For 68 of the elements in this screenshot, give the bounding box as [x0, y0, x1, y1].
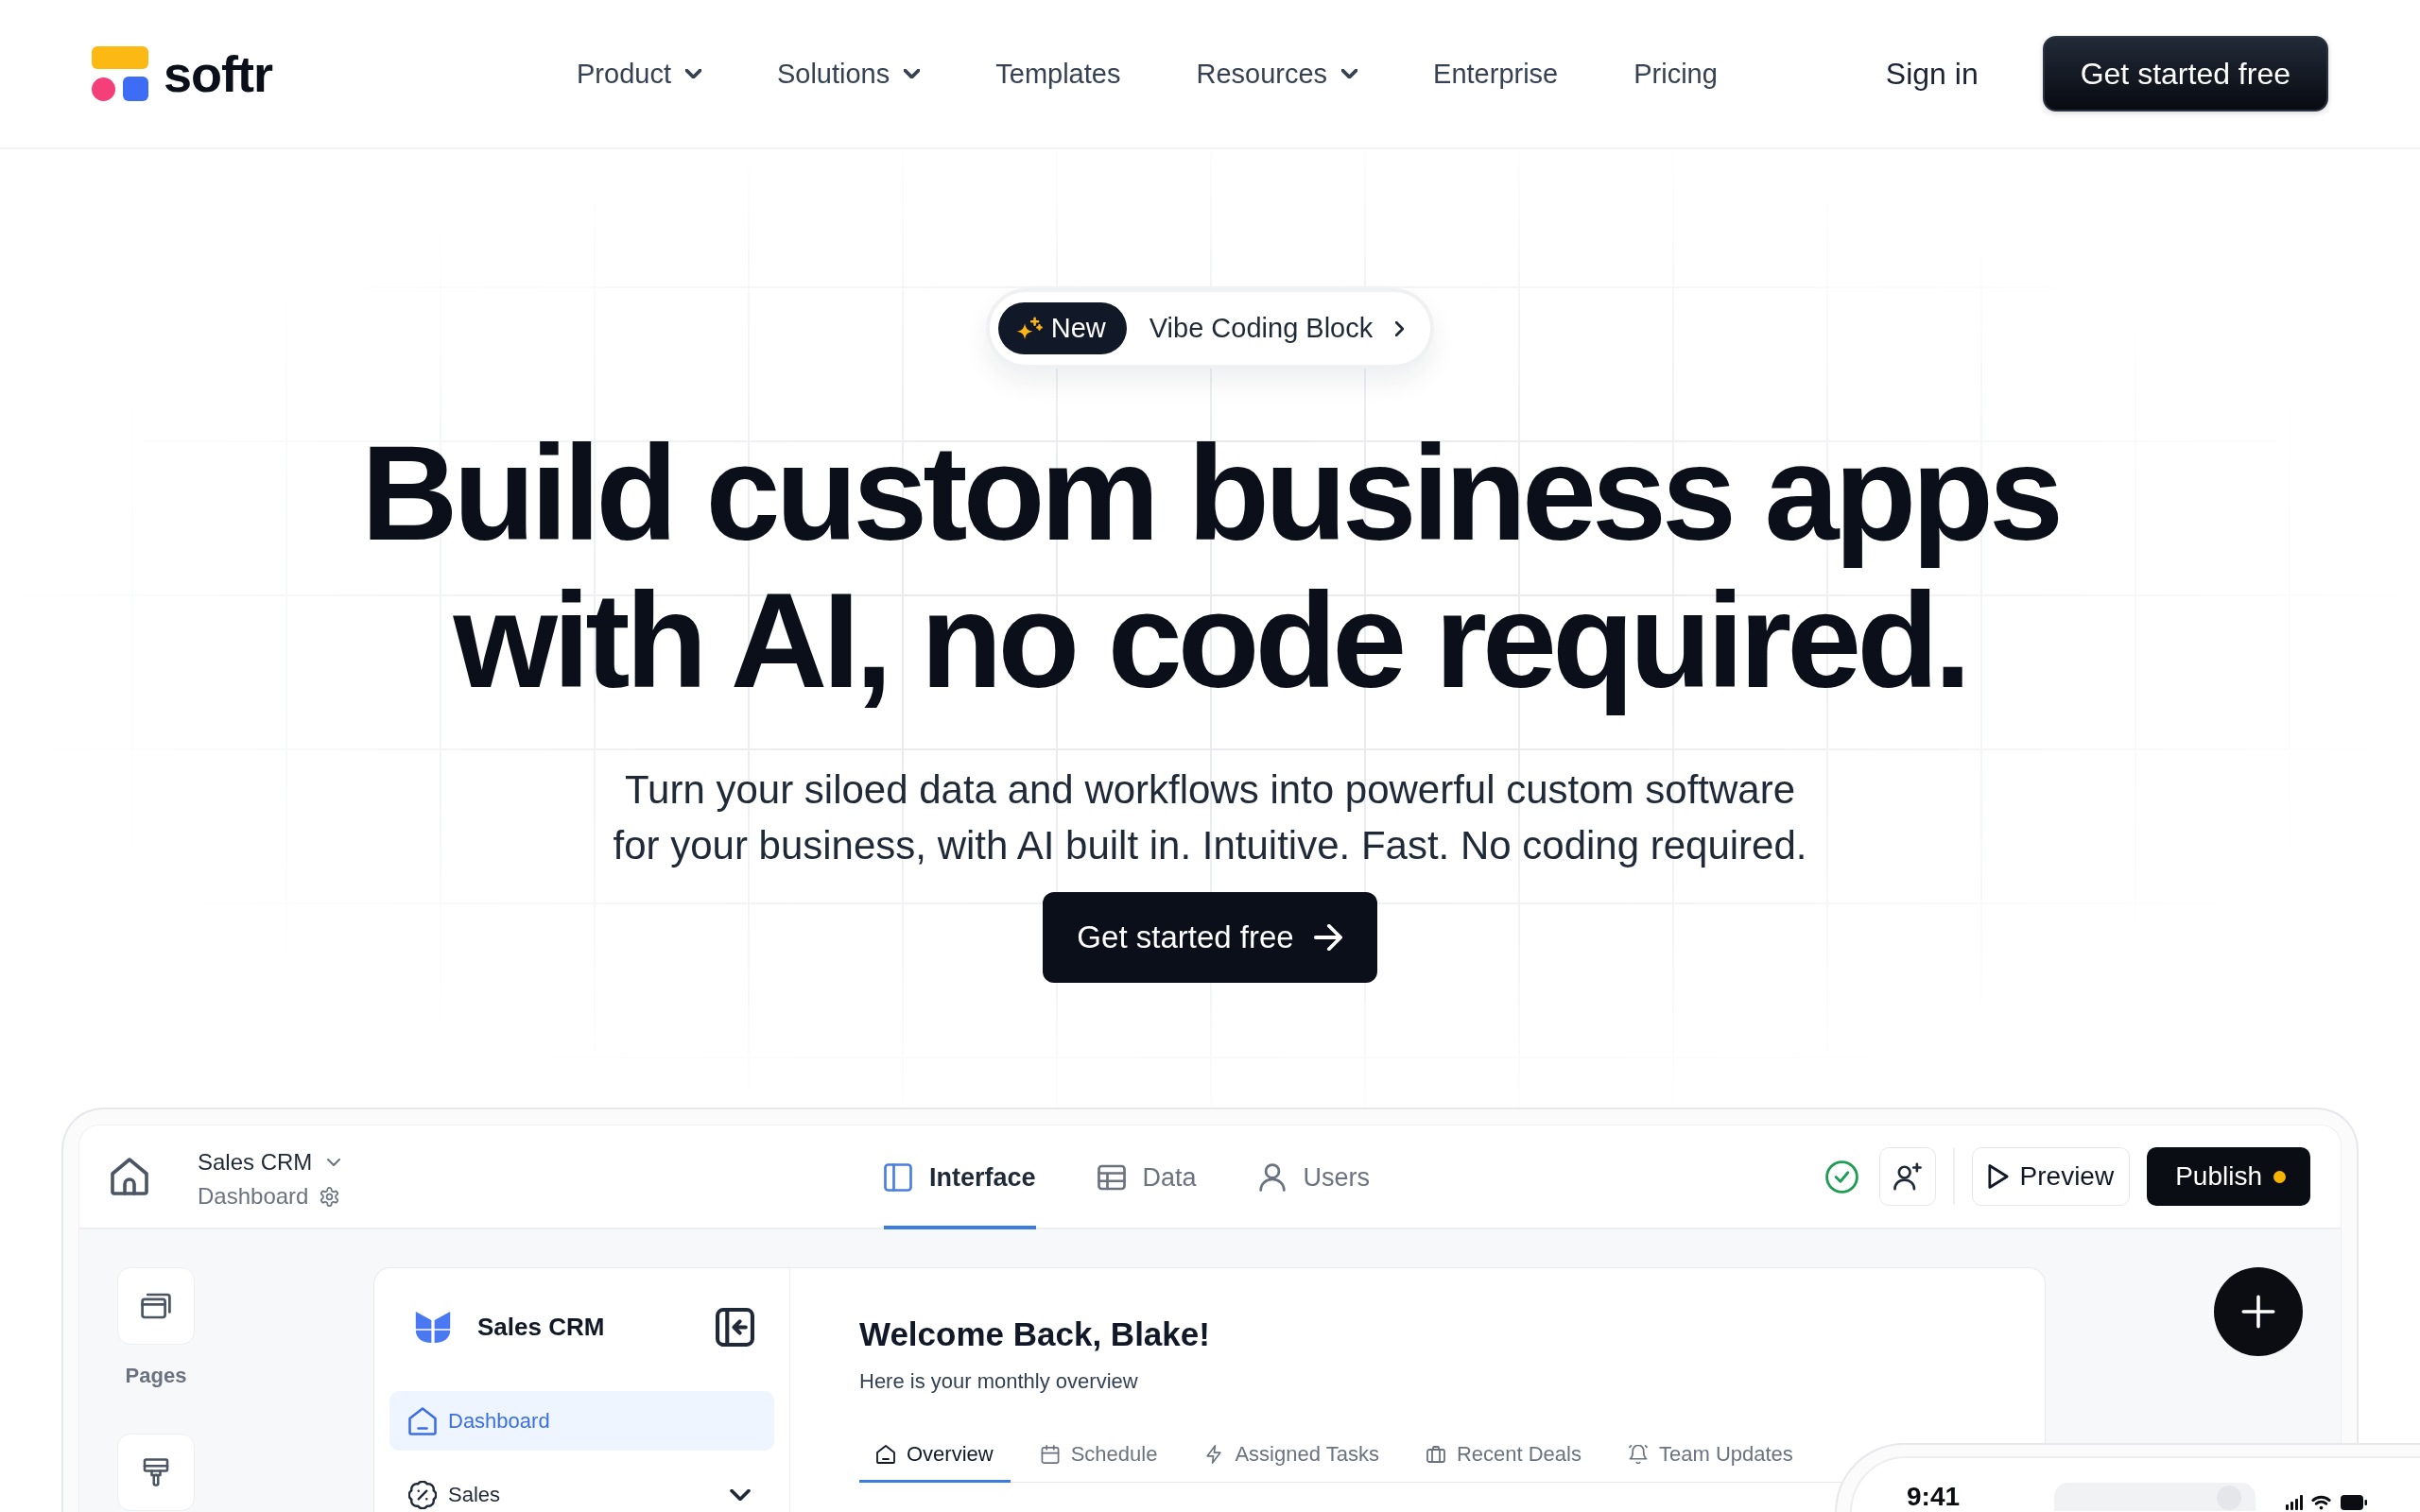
preview-button[interactable]: Preview	[1971, 1147, 2131, 1206]
sidebar-item[interactable]: Sales	[389, 1465, 774, 1512]
play-icon	[1987, 1164, 2009, 1189]
publish-button[interactable]: Publish	[2147, 1147, 2310, 1206]
design-button[interactable]	[117, 1434, 195, 1511]
nav-link[interactable]: Resources	[1196, 57, 1358, 91]
section-tab[interactable]: Recent Deals	[1409, 1428, 1599, 1483]
add-user-button[interactable]	[1878, 1147, 1936, 1206]
logo-icon	[92, 46, 148, 101]
lightning-icon	[1204, 1444, 1224, 1464]
section-tab[interactable]: Overview	[859, 1428, 1011, 1483]
hero-heading: Build custom business apps with AI, no code required.	[359, 420, 2060, 714]
chevron-down-icon	[327, 1159, 341, 1166]
battery-icon	[2340, 1495, 2369, 1510]
logo-link[interactable]: softr	[92, 46, 272, 101]
status-time: 9:41	[1907, 1484, 1961, 1510]
builder-tab[interactable]: Interface	[884, 1125, 1036, 1229]
chevron-down-icon	[904, 69, 921, 78]
chevron-right-icon	[1395, 320, 1405, 336]
settings-icon[interactable]	[320, 1186, 340, 1207]
overview-subtitle: Here is your monthly overview	[859, 1368, 1138, 1395]
nav-link[interactable]: Enterprise	[1433, 57, 1559, 91]
sign-in-link[interactable]: Sign in	[1885, 56, 1979, 92]
arrow-right-icon	[1312, 924, 1343, 951]
chevron-down-icon	[730, 1488, 751, 1501]
plus-icon	[2241, 1295, 2275, 1329]
sidebar-panel-icon	[884, 1163, 912, 1192]
collapse-sidebar-icon[interactable]	[716, 1307, 754, 1347]
user-plus-icon	[1893, 1162, 1922, 1191]
sparkle-icon	[1015, 317, 1043, 340]
welcome-heading: Welcome Back, Blake!	[859, 1314, 1210, 1354]
pages-button[interactable]	[117, 1267, 195, 1345]
get-started-button[interactable]: Get started free	[2042, 36, 2328, 112]
announcement-link[interactable]: New Vibe Coding Block	[985, 288, 1435, 369]
percent-badge-icon	[408, 1480, 437, 1509]
user-icon	[1257, 1163, 1287, 1192]
builder-tab[interactable]: Users	[1257, 1125, 1371, 1229]
pages-label: Pages	[125, 1364, 187, 1388]
section-tab[interactable]: Schedule	[1023, 1428, 1175, 1483]
home-icon	[876, 1444, 895, 1464]
tag-label: New	[1050, 313, 1106, 344]
signal-icon	[2286, 1495, 2304, 1510]
chevron-down-icon	[1341, 69, 1358, 78]
builder-tab[interactable]: Data	[1097, 1125, 1197, 1229]
nav-link[interactable]: Product	[577, 57, 701, 91]
nav-link[interactable]: Solutions	[776, 57, 921, 91]
nav-link[interactable]: Pricing	[1634, 57, 1718, 91]
table-icon	[1097, 1163, 1126, 1192]
page-name: Dashboard	[198, 1182, 309, 1211]
section-tab[interactable]: Team Updates	[1611, 1428, 1810, 1483]
home-icon[interactable]	[111, 1158, 148, 1195]
app-name: Sales CRM	[477, 1312, 605, 1342]
announcement-text: Vibe Coding Block	[1149, 313, 1374, 344]
bell-icon	[1628, 1444, 1648, 1464]
briefcase-icon	[1426, 1444, 1445, 1464]
section-tab[interactable]: Assigned Tasks	[1187, 1428, 1396, 1483]
sidebar-item[interactable]: Dashboard	[389, 1391, 774, 1451]
hero-subtitle: Turn your siloed data and workflows into powerful custom software for your business, with AI built in. Intuitive. Fast. No coding required.	[612, 766, 1808, 869]
paintbrush-icon	[141, 1458, 171, 1486]
calendar-icon	[1040, 1444, 1060, 1464]
pages-icon	[141, 1292, 171, 1320]
home-icon	[408, 1406, 437, 1435]
get-started-button[interactable]: Get started free	[1043, 892, 1377, 983]
app-switcher[interactable]: Sales CRM	[198, 1148, 341, 1177]
app-logo-icon	[415, 1310, 451, 1344]
chevron-down-icon	[684, 69, 701, 78]
wifi-icon	[2311, 1495, 2332, 1510]
nav-link[interactable]: Templates	[995, 57, 1121, 91]
